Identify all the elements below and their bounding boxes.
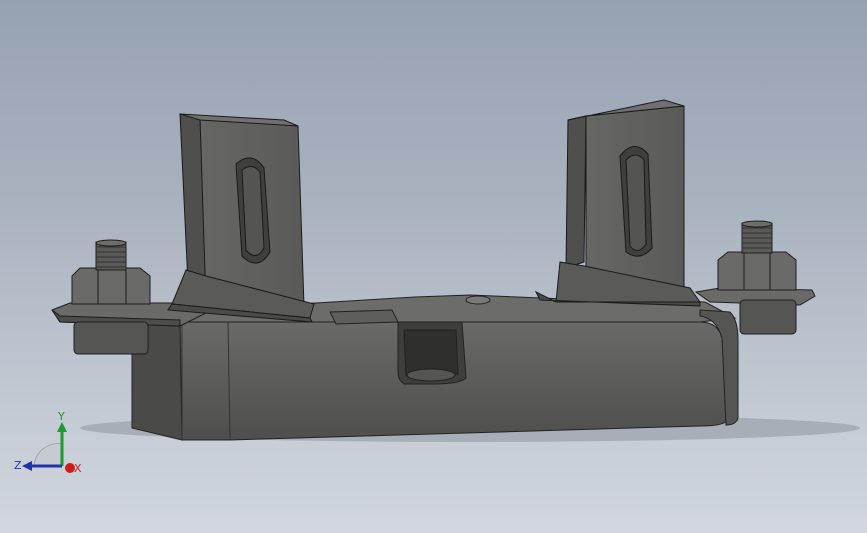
fuse-base-model[interactable]: [0, 0, 867, 533]
z-axis-label: Z: [14, 459, 22, 472]
x-axis-label: X: [74, 462, 82, 475]
3d-viewport[interactable]: Y Z X: [0, 0, 867, 533]
y-axis-arrow: [57, 422, 67, 432]
z-axis-arrow: [22, 461, 32, 471]
triad-base: [33, 443, 63, 467]
y-axis-label: Y: [57, 410, 65, 423]
orientation-triad[interactable]: Y Z X: [12, 410, 92, 480]
insulating-base: [131, 294, 739, 441]
left-fuse-contact: [167, 113, 315, 323]
right-fuse-contact: [534, 99, 701, 307]
